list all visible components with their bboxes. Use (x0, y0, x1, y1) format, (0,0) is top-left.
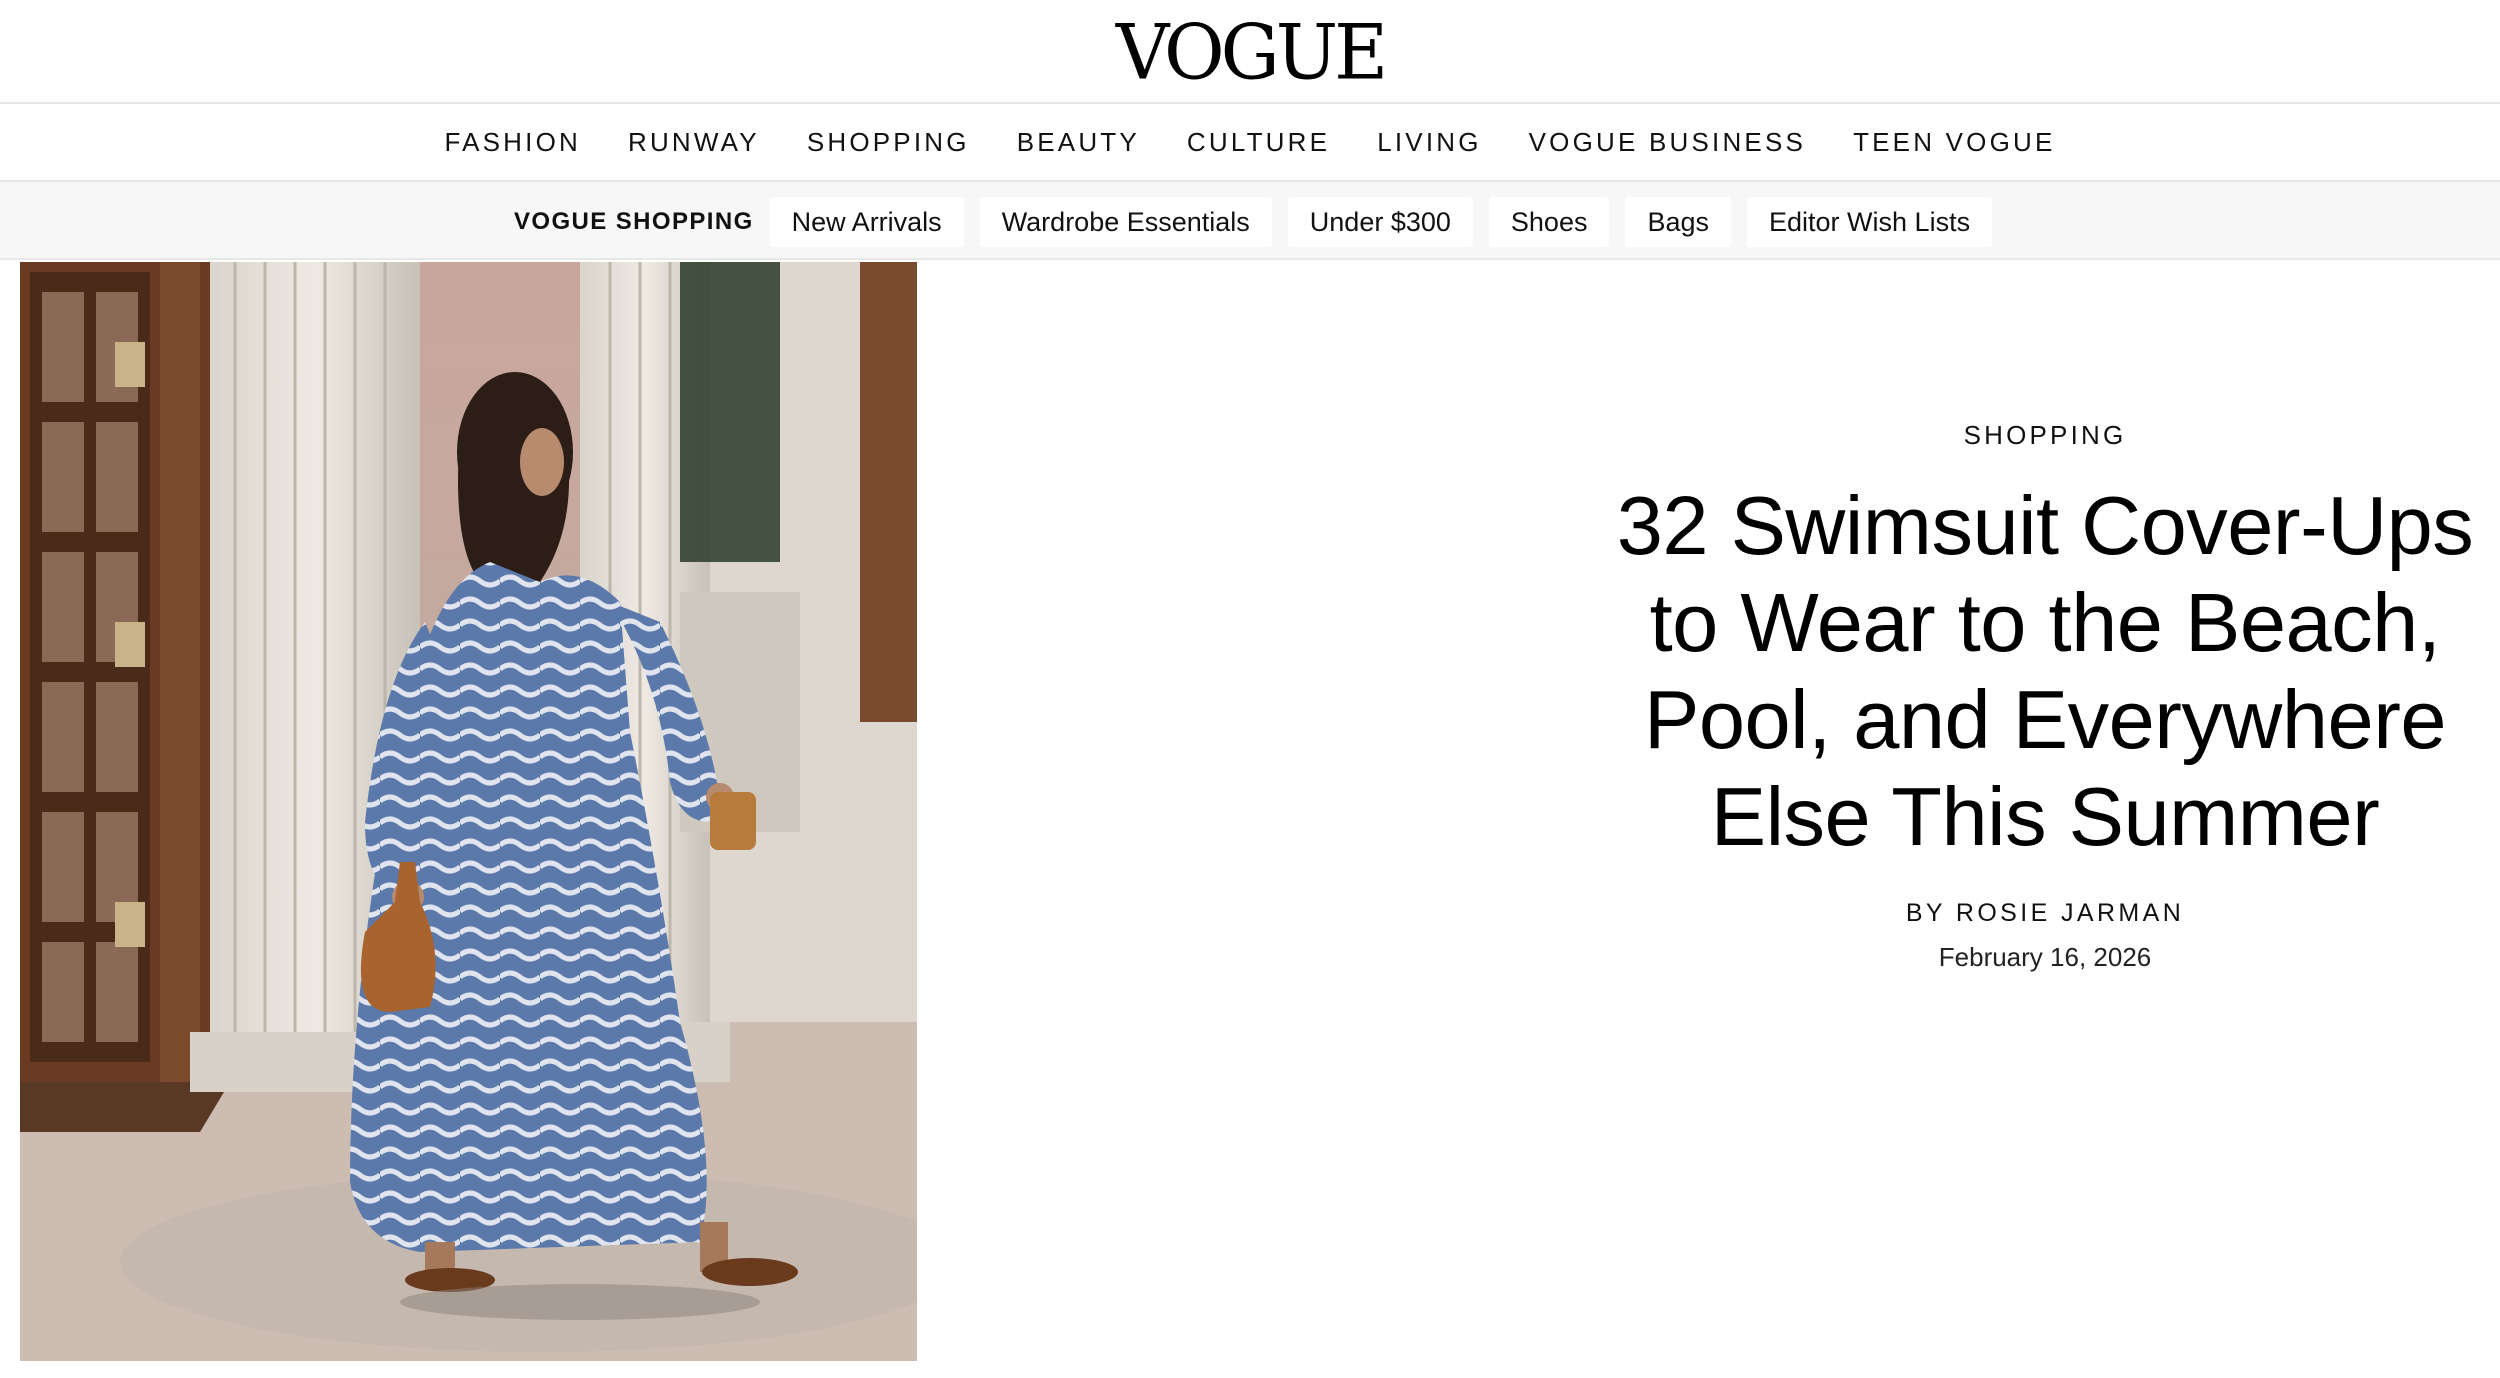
chip-editor-wish-lists[interactable]: Editor Wish Lists (1747, 197, 1993, 247)
vogue-logo[interactable]: VOGUE (1116, 11, 1388, 90)
chip-under-300[interactable]: Under $300 (1287, 197, 1473, 247)
nav-item-shopping[interactable]: SHOPPING (807, 127, 970, 157)
main-nav-list: FASHION RUNWAY SHOPPING BEAUTY CULTURE L… (444, 127, 2055, 158)
nav-item-living[interactable]: LIVING (1377, 127, 1481, 157)
chip-bags[interactable]: Bags (1625, 197, 1732, 247)
page: VOGUE FASHION RUNWAY SHOPPING BEAUTY CUL… (0, 0, 2500, 1378)
nav-item-vogue-business[interactable]: VOGUE BUSINESS (1529, 127, 1806, 157)
nav-item-culture[interactable]: CULTURE (1187, 127, 1330, 157)
main-nav: FASHION RUNWAY SHOPPING BEAUTY CULTURE L… (0, 104, 2500, 182)
chip-new-arrivals[interactable]: New Arrivals (769, 197, 964, 247)
nav-item-teen-vogue[interactable]: TEEN VOGUE (1853, 127, 2055, 157)
chip-wardrobe-essentials[interactable]: Wardrobe Essentials (979, 197, 1272, 247)
publish-date: February 16, 2026 (1938, 942, 2152, 972)
nav-item-runway[interactable]: RUNWAY (628, 127, 760, 157)
woman-walking-in-wave-print-maxi-dress-icon (20, 262, 917, 1361)
author-link[interactable]: ROSIE JARMAN (1956, 899, 2184, 927)
shopping-sub-nav: VOGUE SHOPPING New Arrivals Wardrobe Ess… (0, 182, 2500, 260)
article-byline: BY ROSIE JARMAN (1590, 899, 2500, 928)
masthead: VOGUE (0, 0, 2500, 104)
article-rubric[interactable]: SHOPPING (1964, 420, 2127, 451)
article-headline: 32 Swimsuit Cover-Ups to Wear to the Bea… (1616, 479, 2474, 863)
byline-prefix: BY (1905, 899, 1956, 927)
sub-nav-section-label: VOGUE SHOPPING (514, 208, 754, 235)
article-header: SHOPPING 32 Swimsuit Cover-Ups to Wear t… (1590, 420, 2500, 973)
hero-image (20, 262, 917, 1361)
chip-shoes[interactable]: Shoes (1488, 197, 1610, 247)
nav-item-beauty[interactable]: BEAUTY (1017, 127, 1140, 157)
sub-nav-inner: VOGUE SHOPPING New Arrivals Wardrobe Ess… (514, 197, 1993, 247)
nav-item-fashion[interactable]: FASHION (444, 127, 581, 157)
